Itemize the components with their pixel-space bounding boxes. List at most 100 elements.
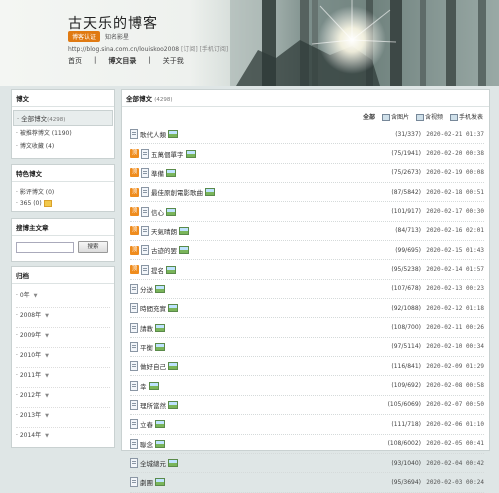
image-icon — [155, 478, 165, 487]
post-row[interactable]: 平衡 (97/5114) 2020-02-10 00:34 — [130, 338, 484, 358]
post-row[interactable]: 劇團 (95/3694) 2020-02-03 00:24 — [130, 473, 484, 493]
post-row[interactable]: 理所當然 (105/6069) 2020-02-07 00:50 — [130, 396, 484, 416]
filter-with-video[interactable]: 含视频 — [415, 112, 443, 121]
post-row[interactable]: 歌代人類 (31/337) 2020-02-21 01:37 — [130, 125, 484, 145]
post-stats: (108/700) — [391, 324, 421, 332]
filter-with-images[interactable]: 含图片 — [381, 112, 409, 121]
post-row[interactable]: 聯念 (108/6002) 2020-02-05 00:41 — [130, 435, 484, 454]
post-title[interactable]: 立春 — [140, 419, 153, 429]
all-posts-count: (4298) — [47, 117, 66, 123]
sidebar-item-all-posts[interactable]: · 全部博文(4298) — [13, 110, 113, 126]
nav-post-directory[interactable]: 博文目录 — [108, 56, 136, 66]
post-stats: (92/1088) — [391, 304, 421, 312]
post-row[interactable]: 分送 (107/678) 2020-02-13 00:23 — [130, 280, 484, 300]
image-icon — [179, 226, 189, 235]
archive-panel-title: 归档 — [12, 267, 114, 284]
archive-year[interactable]: · 2011年 ▼ — [16, 368, 110, 388]
post-row[interactable]: 請教 (108/700) 2020-02-11 00:26 — [130, 318, 484, 338]
post-title[interactable]: 分送 — [140, 284, 153, 294]
archive-year[interactable]: · 0年 ▼ — [16, 288, 110, 308]
filter-all[interactable]: 全部 — [363, 112, 375, 121]
post-title[interactable]: 平衡 — [140, 342, 153, 352]
post-filters: 全部 含图片 含视频 手机发表 — [363, 112, 483, 121]
sidebar-item-favorites[interactable]: · 博文收藏 (4) — [16, 139, 110, 152]
post-title[interactable]: 全城總元 — [140, 458, 166, 468]
search-input[interactable] — [16, 241, 74, 253]
archive-year[interactable]: · 2012年 ▼ — [16, 388, 110, 408]
document-icon — [130, 477, 138, 488]
filter-mobile-label: 手机发表 — [458, 114, 483, 121]
search-button[interactable]: 搜索 — [78, 241, 108, 253]
post-list: 歌代人類 (31/337) 2020-02-21 01:37 顶 五萬個單字 (75/19… — [130, 125, 484, 493]
blog-nav: 首页 | 博文目录 | 关于我 — [68, 56, 184, 66]
post-title[interactable]: 最佳原創電影歌曲 — [151, 187, 203, 197]
post-row[interactable]: 顶 古迹的罢 (99/695) 2020-02-15 01:43 — [130, 241, 484, 261]
post-title[interactable]: 信心 — [151, 207, 164, 217]
post-title[interactable]: 理所當然 — [140, 400, 166, 410]
archive-year-label: 2013年 — [19, 412, 42, 419]
sidebar-item-film-reviews[interactable]: · 影评博文 (0) — [16, 185, 110, 198]
subscribe-links[interactable]: [订阅] [手机订阅] — [181, 46, 228, 53]
archive-year-label: 2014年 — [19, 432, 42, 439]
certified-badge[interactable]: 博客认证 — [68, 31, 101, 42]
sidebar-item-recommended[interactable]: · 被推荐博文 (1190) — [16, 126, 110, 139]
post-stats: (111/718) — [391, 420, 421, 428]
search-panel-title: 搜博主文章 — [12, 219, 114, 236]
post-stats: (95/5238) — [391, 266, 421, 274]
post-row[interactable]: 顶 提名 (95/5238) 2020-02-14 01:57 — [130, 260, 484, 280]
image-icon — [166, 168, 176, 177]
post-row[interactable]: 顶 最佳原創電影歌曲 (87/5842) 2020-02-18 00:51 — [130, 183, 484, 203]
post-title[interactable]: 提名 — [151, 265, 164, 275]
post-title[interactable]: 請教 — [140, 323, 153, 333]
image-icon — [168, 400, 178, 409]
post-stats: (95/3694) — [391, 478, 421, 486]
image-icon — [155, 420, 165, 429]
post-title[interactable]: 歌代人類 — [140, 129, 166, 139]
archive-year-label: 2008年 — [19, 312, 42, 319]
nav-about[interactable]: 关于我 — [163, 56, 184, 66]
archive-year[interactable]: · 2009年 ▼ — [16, 328, 110, 348]
archive-year[interactable]: · 2014年 ▼ — [16, 428, 110, 447]
archive-panel: 归档 · 0年 ▼ · 2008年 ▼ · 2009年 ▼ · 2010年 ▼ · 20… — [11, 266, 115, 448]
post-row[interactable]: 顶 信心 (101/917) 2020-02-17 00:30 — [130, 202, 484, 222]
post-row[interactable]: 全城總元 (93/1040) 2020-02-04 00:42 — [130, 454, 484, 474]
all-posts-label: 全部博文 — [21, 115, 48, 123]
post-title[interactable]: 古迹的罢 — [151, 245, 177, 255]
post-title[interactable]: 幸 — [140, 381, 147, 391]
chevron-down-icon: ▼ — [45, 373, 49, 379]
filter-mobile[interactable]: 手机发表 — [449, 112, 483, 121]
archive-year[interactable]: · 2013年 ▼ — [16, 408, 110, 428]
post-title[interactable]: 準備 — [151, 168, 164, 178]
document-icon — [130, 283, 138, 294]
post-date: 2020-02-15 01:43 — [426, 246, 484, 254]
post-title[interactable]: 劇團 — [140, 477, 153, 487]
chevron-down-icon: ▼ — [45, 333, 49, 339]
sidebar-item-365[interactable]: · 365 (0) — [16, 198, 110, 209]
post-row[interactable]: 顶 天氣晴朗 (84/713) 2020-02-16 02:01 — [130, 222, 484, 242]
post-title[interactable]: 五萬個單字 — [151, 149, 184, 159]
nav-divider: | — [148, 56, 151, 64]
image-icon — [155, 284, 165, 293]
post-date: 2020-02-17 00:30 — [426, 208, 484, 216]
post-date: 2020-02-07 00:50 — [426, 401, 484, 409]
archive-year[interactable]: · 2010年 ▼ — [16, 348, 110, 368]
post-row[interactable]: 時間充實 (92/1088) 2020-02-12 01:18 — [130, 299, 484, 319]
post-row[interactable]: 顶 五萬個單字 (75/1941) 2020-02-20 00:38 — [130, 144, 484, 164]
archive-year[interactable]: · 2008年 ▼ — [16, 308, 110, 328]
post-row[interactable]: 立春 (111/718) 2020-02-06 01:10 — [130, 415, 484, 435]
blog-url[interactable]: http://blog.sina.com.cn/louiskoo2008 — [68, 46, 179, 53]
post-row[interactable]: 幸 (109/692) 2020-02-08 00:58 — [130, 376, 484, 396]
blog-title[interactable]: 古天乐的博客 — [68, 13, 158, 33]
post-title[interactable]: 時間充實 — [140, 303, 166, 313]
chevron-down-icon: ▼ — [45, 353, 49, 359]
post-title[interactable]: 做好自己 — [140, 361, 166, 371]
post-stats: (75/2673) — [391, 169, 421, 177]
document-icon — [141, 148, 149, 159]
posts-panel-title: 博文 — [12, 90, 114, 107]
post-row[interactable]: 做好自己 (116/841) 2020-02-09 01:29 — [130, 357, 484, 377]
post-title[interactable]: 天氣晴朗 — [151, 226, 177, 236]
nav-home[interactable]: 首页 — [68, 56, 82, 66]
document-icon — [130, 361, 138, 372]
post-row[interactable]: 顶 準備 (75/2673) 2020-02-19 00:08 — [130, 164, 484, 184]
post-date: 2020-02-21 01:37 — [426, 130, 484, 138]
